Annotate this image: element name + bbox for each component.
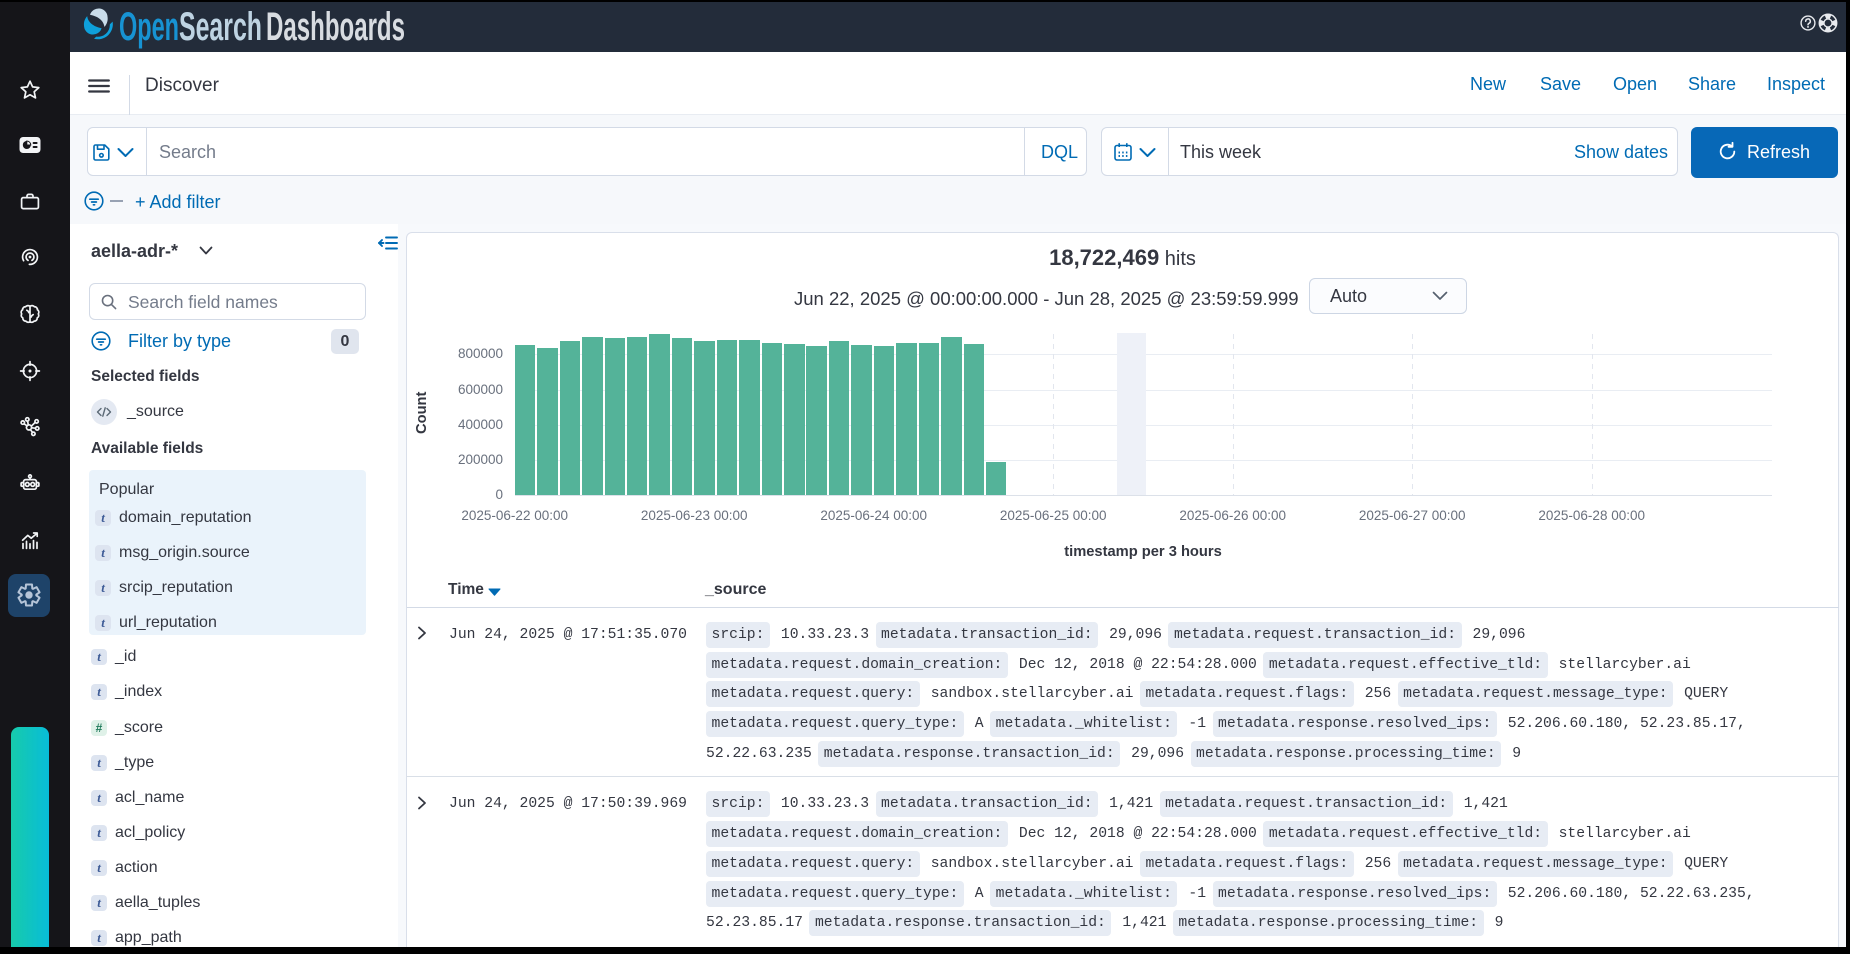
svg-text:OpenSearchDashboards: OpenSearchDashboards (119, 5, 405, 49)
